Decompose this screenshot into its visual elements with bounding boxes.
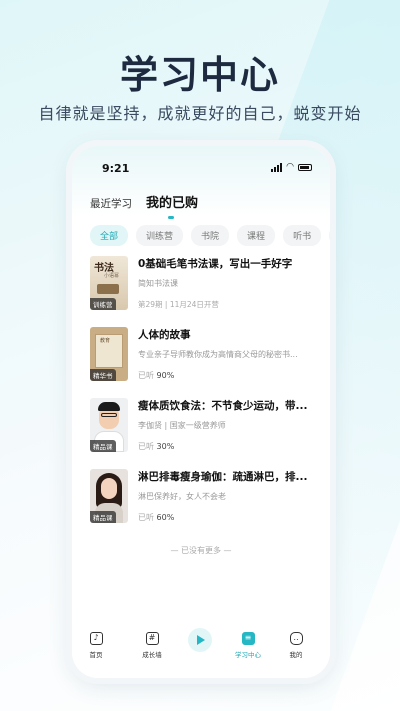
hash-icon: # [145,632,159,645]
status-icons: ◠ [271,163,312,172]
filter-camp[interactable]: 训练营 [136,225,184,246]
bottom-nav: ♪ 首页 # 成长墙 ≡ 学习中心 ‥ 我的 [72,620,330,678]
nav-growth-wall[interactable]: # 成长墙 [132,632,172,659]
top-tabs: 最近学习 我的已购 [90,192,199,219]
course-subtitle: 专业亲子导师教你成为高情商父母的秘密书... [138,350,298,359]
tab-active-indicator [168,216,174,219]
book-icon: ≡ [241,632,255,645]
phone-frame: 9:21 ◠ 最近学习 我的已购 全部 训练营 书院 课程 听书 电 书法 小语… [72,146,330,678]
course-progress: 已听 30% [138,442,175,451]
tab-purchased-label: 我的已购 [146,196,199,211]
list-item[interactable]: 书法 小语幂 训练营 0基础毛笔书法课，写出一手好字 简知书法课 第29期 | … [90,256,320,327]
nav-home[interactable]: ♪ 首页 [76,632,116,659]
course-subtitle: 简知书法课 [138,279,178,288]
cover-title: 教育 [100,338,111,344]
nav-learning-center[interactable]: ≡ 学习中心 [228,632,268,659]
cover-illustration [97,284,119,294]
filter-more[interactable]: 电 [329,225,330,246]
list-item[interactable]: 教育 精华书 人体的故事 专业亲子导师教你成为高情商父母的秘密书... 已听 9… [90,327,320,398]
promo-subtitle: 自律就是坚持，成就更好的自己，蜕变开始 [38,104,362,123]
promo-title: 学习中心 [119,53,280,97]
battery-icon [298,164,312,171]
list-item[interactable]: 精品课 瘦体质饮食法：不节食少运动，带... 李伽贤 | 国家一级营养师 已听 … [90,398,320,469]
filter-academy[interactable]: 书院 [191,225,230,246]
course-meta: 第29期 | 11月24日开营 [138,300,219,309]
course-subtitle: 李伽贤 | 国家一级营养师 [138,421,226,430]
course-badge: 精品课 [90,511,116,523]
course-progress: 已听 60% [138,513,175,522]
filter-audiobook[interactable]: 听书 [283,225,322,246]
status-bar: 9:21 ◠ [72,162,330,176]
course-progress: 已听 90% [138,371,175,380]
course-cover: 精品课 [90,398,128,452]
course-title: 淋巴排毒瘦身瑜伽：疏通淋巴，排... [138,471,308,483]
course-badge: 精品课 [90,440,116,452]
course-subtitle: 淋巴保养好，女人不会老 [138,492,226,501]
course-title: 0基础毛笔书法课，写出一手好字 [138,258,293,270]
tab-recent[interactable]: 最近学习 [90,196,132,211]
filter-course[interactable]: 课程 [237,225,276,246]
course-title: 瘦体质饮食法：不节食少运动，带... [138,400,308,412]
course-cover: 教育 精华书 [90,327,128,381]
list-item[interactable]: 精品课 淋巴排毒瘦身瑜伽：疏通淋巴，排... 淋巴保养好，女人不会老 已听 60… [90,469,320,540]
wifi-icon: ◠ [286,162,294,172]
filter-all[interactable]: 全部 [90,225,129,246]
status-time: 9:21 [102,162,130,175]
course-cover: 精品课 [90,469,128,523]
home-icon: ♪ [89,632,103,645]
filter-row: 全部 训练营 书院 课程 听书 电 [90,225,330,246]
course-title: 人体的故事 [138,329,191,341]
smiley-icon: ‥ [289,632,303,645]
nav-mine[interactable]: ‥ 我的 [276,632,316,659]
cover-subtitle: 小语幂 [104,273,120,279]
course-badge: 精华书 [90,369,116,381]
course-cover: 书法 小语幂 训练营 [90,256,128,310]
signal-icon [271,163,283,172]
course-list: 书法 小语幂 训练营 0基础毛笔书法课，写出一手好字 简知书法课 第29期 | … [90,256,320,540]
course-badge: 训练营 [90,298,116,310]
play-button[interactable] [188,628,212,652]
end-of-list-text: — 已没有更多 — [170,546,232,555]
tab-purchased[interactable]: 我的已购 [146,192,199,219]
